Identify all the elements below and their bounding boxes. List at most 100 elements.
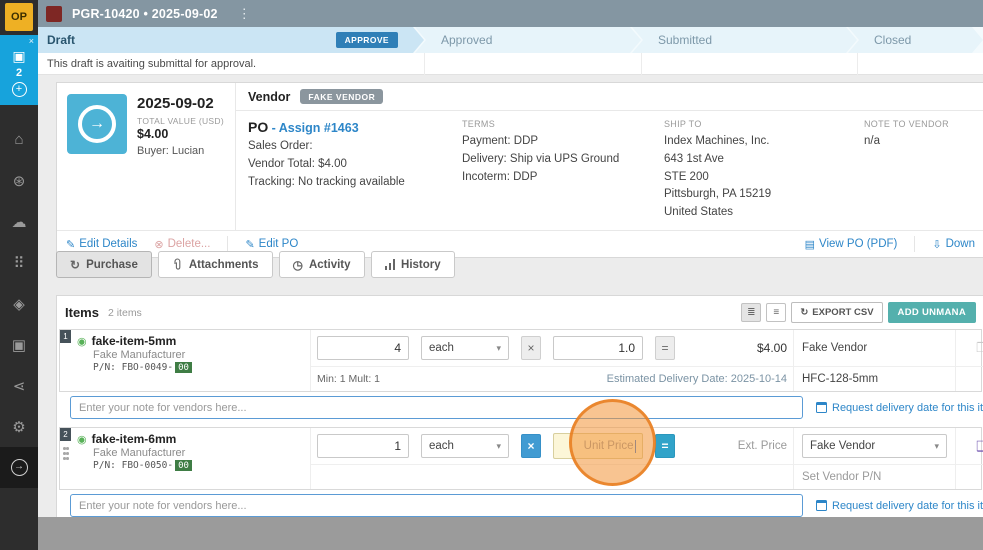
paperclip-icon bbox=[172, 258, 183, 271]
vendor-panel: Vendor FAKE VENDOR PO - Assign #1463 Sal… bbox=[235, 83, 983, 230]
vendor-cell: Fake Vendor bbox=[793, 330, 955, 366]
equals-operator-active: = bbox=[655, 434, 675, 458]
package-icon[interactable]: ▣ bbox=[0, 324, 38, 365]
ship-to-name: Index Machines, Inc. bbox=[664, 133, 840, 151]
chevron-down-icon: ▾ bbox=[934, 441, 939, 452]
download-link[interactable]: ⇩Down bbox=[932, 238, 975, 251]
shield-icon[interactable]: ◈ bbox=[0, 283, 38, 324]
estimated-delivery-cell: Estimated Delivery Date: 2025-10-14 bbox=[515, 366, 793, 391]
refresh-icon: ↻ bbox=[800, 307, 808, 318]
quantity-input[interactable] bbox=[317, 336, 409, 360]
equals-cell: = bbox=[649, 330, 681, 366]
share-nav-icon[interactable]: ⋖ bbox=[0, 365, 38, 406]
row-index-badge: 1 bbox=[60, 330, 71, 343]
unit-cell: each▾ bbox=[415, 330, 515, 366]
pencil-icon: ✎ bbox=[245, 238, 254, 251]
workflow-stage-closed: Closed bbox=[848, 27, 983, 53]
add-unmanaged-button[interactable]: ADD UNMANA bbox=[888, 302, 976, 323]
tab-activity[interactable]: ◷Activity bbox=[279, 251, 365, 278]
delete-link[interactable]: ⊗Delete... bbox=[154, 238, 210, 251]
vendor-note-input[interactable] bbox=[70, 396, 803, 419]
document-icon: ▤ bbox=[805, 238, 815, 251]
multiply-cell: × bbox=[515, 330, 547, 366]
vendor-part-number: HFC-128-5mm bbox=[802, 373, 878, 385]
close-icon[interactable]: × bbox=[29, 37, 34, 46]
kebab-menu-icon[interactable]: ⋮ bbox=[238, 6, 251, 22]
request-delivery-link[interactable]: Request delivery date for this item bbox=[832, 500, 983, 512]
terms-header: TERMS bbox=[462, 119, 640, 129]
vendor-note-input[interactable] bbox=[70, 494, 803, 517]
item-name[interactable]: fake-item-5mm bbox=[92, 334, 177, 348]
ext-price-cell: $4.00 bbox=[681, 330, 793, 366]
unit-price-input[interactable] bbox=[553, 336, 643, 360]
po-summary-card: → 2025-09-02 TOTAL VALUE (USD) $4.00 Buy… bbox=[56, 82, 983, 258]
ship-to-street: 643 1st Ave bbox=[664, 151, 840, 169]
sales-order-line: Sales Order: bbox=[248, 138, 438, 156]
tab-attachments[interactable]: Attachments bbox=[158, 251, 273, 278]
items-title: Items bbox=[65, 305, 99, 320]
procurement-icon[interactable]: → bbox=[0, 447, 38, 488]
quantity-input[interactable] bbox=[317, 434, 409, 458]
ship-to-header: SHIP TO bbox=[664, 119, 840, 129]
terms-column: TERMS Payment: DDP Delivery: Ship via UP… bbox=[450, 111, 652, 230]
items-section: Items 2 items ≣ ≡ ↻EXPORT CSV ADD UNMANA… bbox=[56, 295, 983, 532]
items-count: 2 items bbox=[108, 307, 142, 319]
list-view-icon[interactable]: ≣ bbox=[741, 303, 761, 322]
item-name[interactable]: fake-item-6mm bbox=[92, 432, 177, 446]
approve-button[interactable]: APPROVE bbox=[336, 32, 398, 48]
unit-select[interactable]: each▾ bbox=[421, 336, 509, 360]
sidebar-nav: ⌂ ⊛ ☁ ⠿ ◈ ▣ ⋖ ⚙ → bbox=[0, 119, 38, 488]
equals-cell: = bbox=[649, 428, 681, 464]
vendor-pn-cell: Set Vendor P/N bbox=[793, 464, 955, 489]
order-icon: → bbox=[67, 94, 127, 154]
item-part-number: P/N: FBO-0050- bbox=[93, 460, 173, 471]
ext-price-value: $4.00 bbox=[687, 341, 787, 355]
apps-grid-icon[interactable]: ⠿ bbox=[0, 242, 38, 283]
unit-price-input-focused[interactable]: Unit Price bbox=[553, 433, 643, 459]
page-title: PGR-10420 • 2025-09-02 bbox=[72, 7, 218, 21]
equals-operator: = bbox=[655, 336, 675, 360]
doc-icon[interactable]: ❐ bbox=[976, 340, 983, 356]
compact-view-icon[interactable]: ≡ bbox=[766, 303, 786, 322]
vendor-name-badge: FAKE VENDOR bbox=[300, 89, 383, 104]
workflow-stage-draft: Draft APPROVE bbox=[38, 27, 424, 53]
item-part-number: P/N: FBO-0049- bbox=[93, 362, 173, 373]
calendar-icon bbox=[816, 500, 827, 511]
calendar-icon bbox=[816, 402, 827, 413]
cloud-icon[interactable]: ☁ bbox=[0, 201, 38, 242]
history-bars-icon bbox=[385, 259, 396, 270]
po-assign-link[interactable]: - Assign #1463 bbox=[272, 121, 359, 135]
tracking-line: Tracking: No tracking available bbox=[248, 174, 438, 192]
app-logo[interactable]: OP bbox=[5, 3, 33, 31]
vendor-name: Fake Vendor bbox=[802, 342, 867, 354]
drag-handle[interactable] bbox=[63, 447, 69, 462]
vendor-select[interactable]: Fake Vendor▾ bbox=[802, 434, 947, 458]
draft-stage-label: Draft bbox=[47, 33, 75, 47]
module-count-badge: 2 bbox=[16, 67, 22, 79]
unit-select[interactable]: each▾ bbox=[421, 434, 509, 458]
note-to-vendor-column: NOTE TO VENDOR n/a bbox=[852, 111, 983, 230]
multiply-operator: × bbox=[521, 336, 541, 360]
item-manufacturer: Fake Manufacturer bbox=[93, 349, 304, 361]
request-delivery-link[interactable]: Request delivery date for this item bbox=[832, 402, 983, 414]
purchase-circle-arrow-icon: ↻ bbox=[70, 258, 80, 272]
form-icon[interactable]: ❑ bbox=[976, 438, 983, 455]
set-vendor-pn-placeholder[interactable]: Set Vendor P/N bbox=[802, 471, 881, 483]
settings-gear-icon[interactable]: ⚙ bbox=[0, 406, 38, 447]
workflow-note-strip: This draft is avaiting submittal for app… bbox=[38, 53, 983, 75]
globe-icon[interactable]: ⊛ bbox=[0, 160, 38, 201]
add-icon[interactable]: + bbox=[12, 82, 27, 97]
view-po-pdf-link[interactable]: ▤View PO (PDF) bbox=[805, 238, 898, 251]
row-extra-cell: ❑ bbox=[955, 428, 983, 464]
edit-details-link[interactable]: ✎Edit Details bbox=[66, 238, 137, 251]
edit-po-link[interactable]: ✎Edit PO bbox=[245, 238, 298, 251]
ext-price-cell: Ext. Price bbox=[681, 428, 793, 464]
terms-payment: Payment: DDP bbox=[462, 133, 640, 151]
order-summary: → 2025-09-02 TOTAL VALUE (USD) $4.00 Buy… bbox=[57, 83, 235, 230]
export-csv-button[interactable]: ↻EXPORT CSV bbox=[791, 302, 882, 323]
tab-purchase[interactable]: ↻Purchase bbox=[56, 251, 152, 278]
home-icon[interactable]: ⌂ bbox=[0, 119, 38, 160]
tab-history[interactable]: History bbox=[371, 251, 455, 278]
vendor-cell: Fake Vendor▾ bbox=[793, 428, 955, 464]
po-label: PO bbox=[248, 119, 268, 135]
